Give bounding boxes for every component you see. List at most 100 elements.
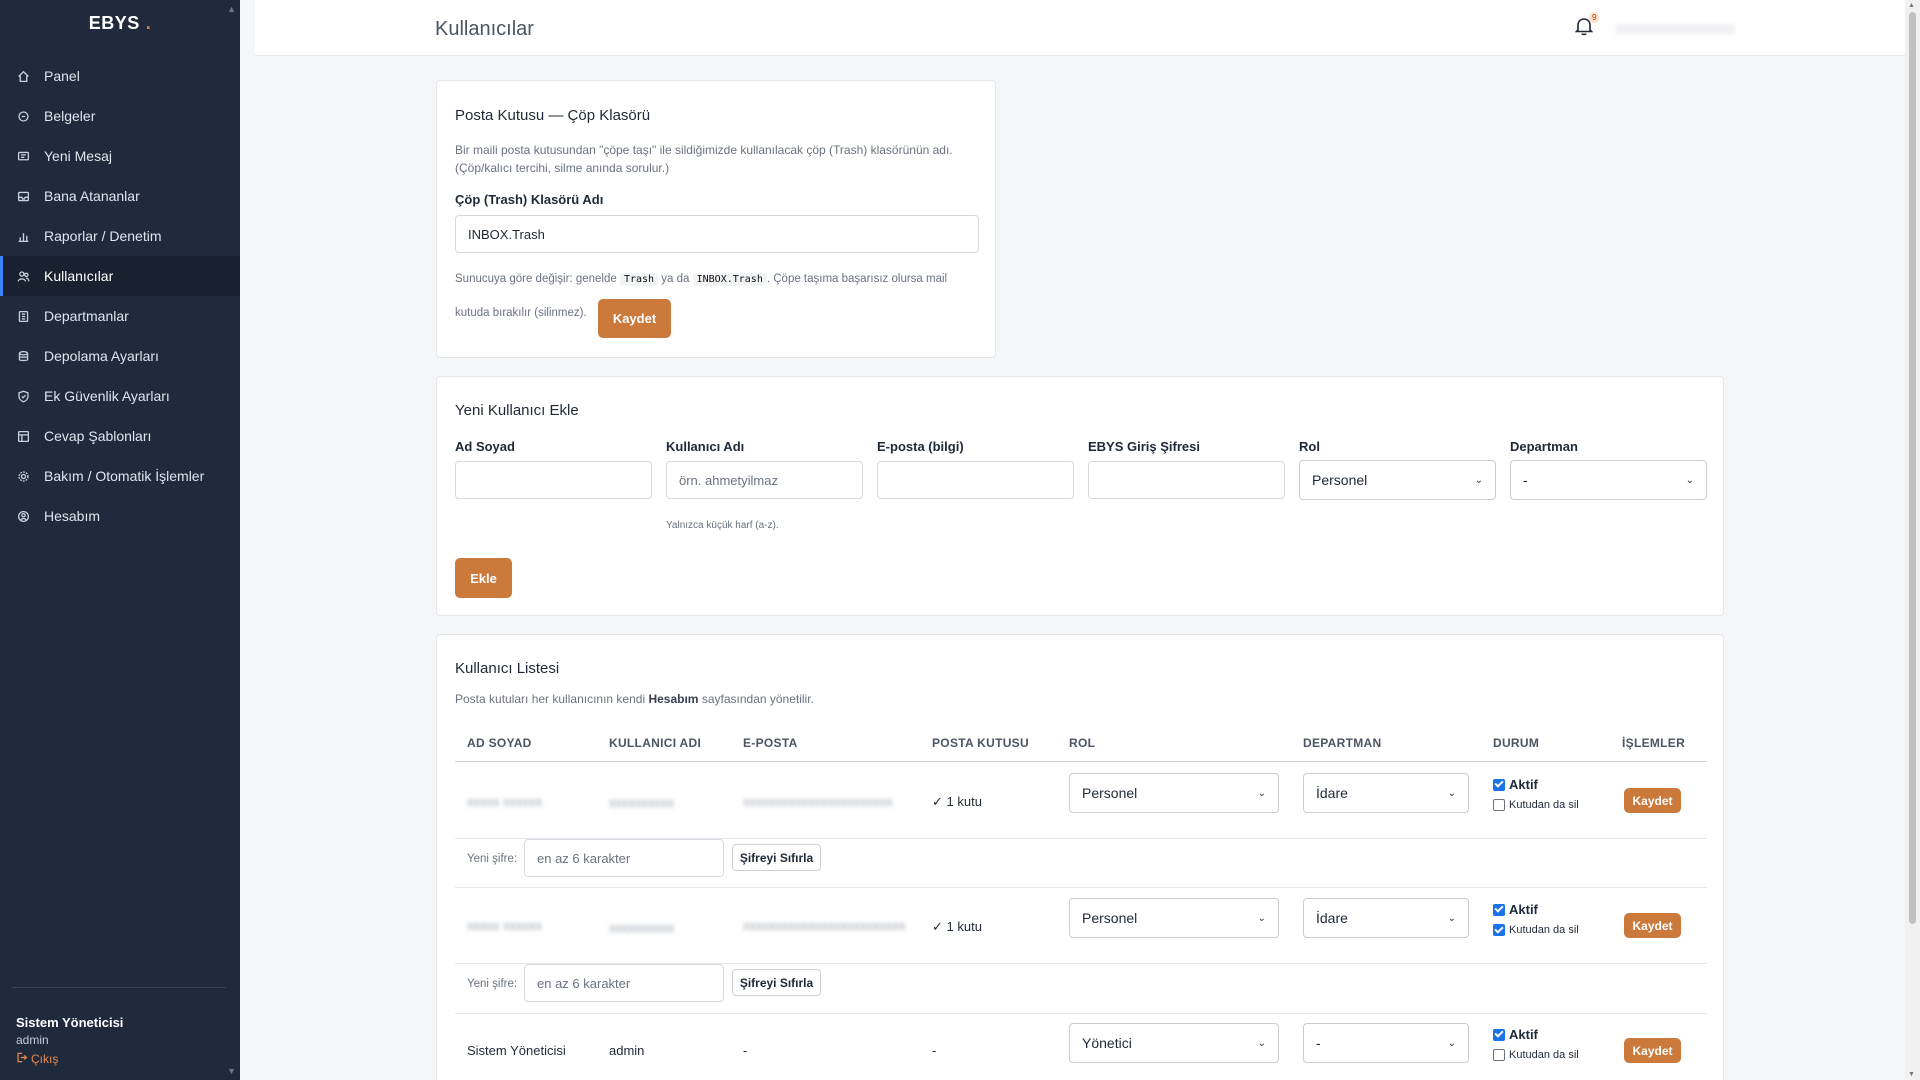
row-role-select[interactable]: Personel ⌄: [1069, 773, 1279, 813]
row-save-button[interactable]: Kaydet: [1624, 1038, 1681, 1063]
active-label: Aktif: [1509, 777, 1538, 792]
password-label: EBYS Giriş Şifresi: [1088, 439, 1200, 454]
page-scrollbar[interactable]: ▲ ▼: [1905, 0, 1920, 1080]
logout-label: Çıkış: [31, 1052, 59, 1066]
scroll-up-icon[interactable]: ▲: [1908, 2, 1915, 9]
sidebar-item-label: Bakım / Otomatik İşlemler: [44, 468, 205, 484]
sidebar-item-panel[interactable]: Panel: [0, 56, 240, 96]
chevron-down-icon: ⌄: [1447, 787, 1456, 799]
email-label: E-posta (bilgi): [877, 439, 964, 454]
column-header: DURUM: [1493, 736, 1540, 750]
column-header: POSTA KUTUSU: [932, 736, 1029, 750]
username-hint: Yalnızca küçük harf (a-z).: [666, 520, 779, 531]
row-department-value: İdare: [1316, 910, 1348, 926]
users-icon: [16, 269, 30, 283]
sidebar-item-bana-atananlar[interactable]: Bana Atananlar: [0, 176, 240, 216]
sidebar-item-guvenlik[interactable]: Ek Güvenlik Ayarları: [0, 376, 240, 416]
row-mailbox-status: ✓ 1 kutu: [932, 794, 982, 809]
row-department-select[interactable]: - ⌄: [1303, 1023, 1469, 1063]
row-email: -: [743, 1043, 748, 1058]
password-input[interactable]: [1088, 461, 1285, 499]
row-role-select[interactable]: Yönetici ⌄: [1069, 1023, 1279, 1063]
delete-from-box-row[interactable]: Kutudan da sil: [1493, 1049, 1579, 1061]
sidebar-scroll-down-icon[interactable]: ▼: [227, 1066, 236, 1076]
sidebar-item-sablonlar[interactable]: Cevap Şablonları: [0, 416, 240, 456]
row-department-select[interactable]: İdare ⌄: [1303, 773, 1469, 813]
page-title: Kullanıcılar: [435, 18, 534, 40]
row-name-blurred: xxxxx xxxxxx: [467, 918, 543, 933]
fullname-input[interactable]: [455, 461, 652, 499]
sidebar-item-raporlar[interactable]: Raporlar / Denetim: [0, 216, 240, 256]
reset-password-button[interactable]: Şifreyi Sıfırla: [732, 969, 821, 996]
sidebar-item-bakim[interactable]: Bakım / Otomatik İşlemler: [0, 456, 240, 496]
fullname-label: Ad Soyad: [455, 439, 515, 454]
sidebar-item-label: Panel: [44, 68, 80, 84]
delete-from-box-checkbox[interactable]: [1493, 1049, 1505, 1061]
trash-folder-input[interactable]: [455, 215, 979, 253]
new-password-input[interactable]: [524, 839, 724, 877]
subtitle-text: sayfasından yönetilir.: [701, 692, 814, 706]
sidebar-item-label: Depolama Ayarları: [44, 348, 159, 364]
sidebar-item-hesabim[interactable]: Hesabım: [0, 496, 240, 536]
database-icon: [16, 349, 30, 363]
template-icon: [16, 429, 30, 443]
row-department-select[interactable]: İdare ⌄: [1303, 898, 1469, 938]
trash-folder-card: Posta Kutusu — Çöp Klasörü Bir maili pos…: [436, 80, 996, 358]
username-input[interactable]: [666, 461, 863, 499]
sidebar-scroll-up-icon[interactable]: ▲: [227, 4, 236, 14]
sidebar-item-yeni-mesaj[interactable]: Yeni Mesaj: [0, 136, 240, 176]
column-header: İŞLEMLER: [1622, 736, 1686, 750]
row-save-button[interactable]: Kaydet: [1624, 913, 1681, 938]
notification-badge: 9: [1589, 12, 1600, 23]
new-password-input[interactable]: [524, 964, 724, 1002]
sidebar-item-label: Belgeler: [44, 108, 96, 124]
logout-link[interactable]: Çıkış: [16, 1052, 123, 1066]
sidebar-item-depolama[interactable]: Depolama Ayarları: [0, 336, 240, 376]
active-checkbox-row[interactable]: Aktif: [1493, 1027, 1538, 1042]
trash-save-button[interactable]: Kaydet: [598, 299, 671, 338]
row-mailbox-status: ✓ 1 kutu: [932, 919, 982, 934]
active-checkbox[interactable]: [1493, 778, 1505, 791]
chevron-down-icon: ⌄: [1257, 787, 1266, 799]
row-save-button[interactable]: Kaydet: [1624, 788, 1681, 813]
email-input[interactable]: [877, 461, 1074, 499]
trash-card-description: Bir maili posta kutusundan "çöpe taşı" i…: [455, 143, 953, 175]
active-checkbox[interactable]: [1493, 903, 1505, 916]
row-role-select[interactable]: Personel ⌄: [1069, 898, 1279, 938]
sidebar-item-label: Yeni Mesaj: [44, 148, 112, 164]
department-select[interactable]: - ⌄: [1510, 460, 1707, 500]
hint-text: ya da: [661, 273, 690, 285]
column-header: AD SOYAD: [467, 736, 532, 750]
scrollbar-thumb[interactable]: [1909, 12, 1916, 924]
notification-bell-icon[interactable]: 9: [1574, 12, 1600, 38]
department-label: Departman: [1510, 439, 1578, 454]
chart-icon: [16, 229, 30, 243]
delete-from-box-checkbox[interactable]: [1493, 924, 1505, 936]
delete-from-box-label: Kutudan da sil: [1509, 1049, 1579, 1061]
active-checkbox[interactable]: [1493, 1028, 1505, 1041]
brand-logo[interactable]: EBYS .: [0, 0, 240, 46]
topbar-user-blurred[interactable]: [1615, 24, 1735, 34]
row-email-blurred: xxxxxxxxxxxxxxxxxxxxxxx: [743, 794, 893, 809]
delete-from-box-checkbox[interactable]: [1493, 799, 1505, 811]
sidebar-item-belgeler[interactable]: Belgeler: [0, 96, 240, 136]
delete-from-box-row[interactable]: Kutudan da sil: [1493, 924, 1579, 936]
document-icon: [16, 109, 30, 123]
trash-hint: Sunucuya göre değişir: genelde Trash ya …: [455, 270, 947, 289]
sidebar-user: Sistem Yöneticisi admin Çıkış: [16, 1015, 123, 1066]
user-list-title: Kullanıcı Listesi: [455, 660, 560, 677]
sidebar-item-kullanicilar[interactable]: Kullanıcılar: [0, 256, 240, 296]
active-checkbox-row[interactable]: Aktif: [1493, 902, 1538, 917]
reset-password-button[interactable]: Şifreyi Sıfırla: [732, 844, 821, 871]
inbox-icon: [16, 189, 30, 203]
delete-from-box-row[interactable]: Kutudan da sil: [1493, 799, 1579, 811]
sidebar-item-departmanlar[interactable]: Departmanlar: [0, 296, 240, 336]
trash-folder-label: Çöp (Trash) Klasörü Adı: [455, 192, 604, 207]
scroll-down-icon[interactable]: ▼: [1908, 1071, 1915, 1078]
add-user-button[interactable]: Ekle: [455, 558, 512, 598]
sidebar-divider: [12, 987, 226, 988]
active-checkbox-row[interactable]: Aktif: [1493, 777, 1538, 792]
row-username-blurred: xxxxxxxxxx: [609, 920, 674, 935]
role-select[interactable]: Personel ⌄: [1299, 460, 1496, 500]
header-divider: [455, 761, 1707, 762]
